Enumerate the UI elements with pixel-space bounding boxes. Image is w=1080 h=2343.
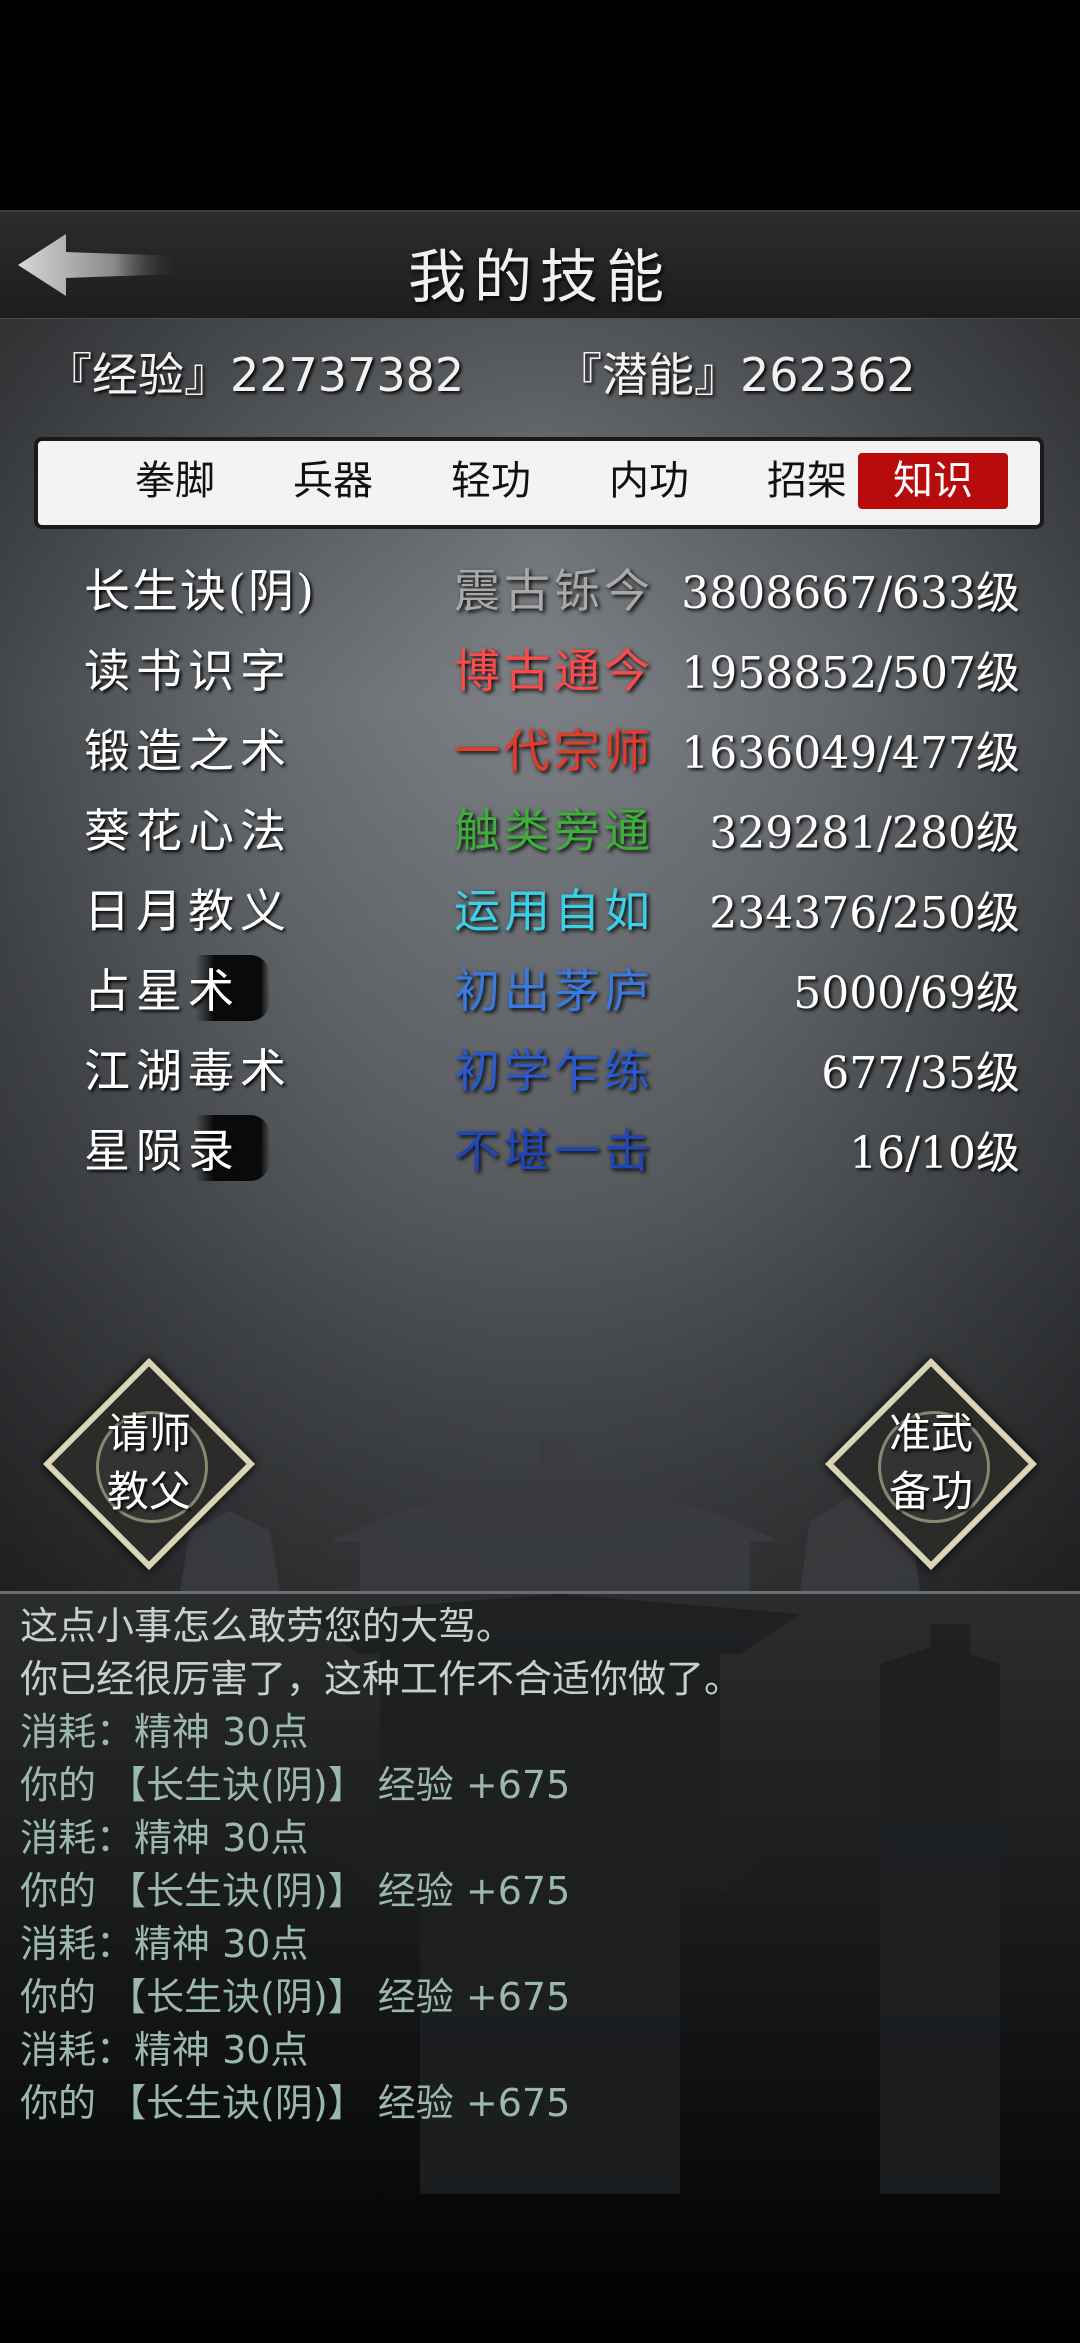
log-line: 消耗：精神 30点 — [20, 1922, 309, 1966]
potential-stat: 『潜能』262362 — [556, 348, 916, 402]
skill-rank: 震古铄今 — [454, 564, 654, 618]
skill-row[interactable]: 葵花心法 触类旁通 329281/280级 — [0, 789, 1080, 869]
skill-name: 葵花心法 — [84, 804, 292, 858]
experience-stat: 『经验』22737382 — [46, 348, 465, 402]
skill-name: 星陨录 — [84, 1115, 270, 1181]
ask-master-label-line1: 请师 — [106, 1409, 191, 1458]
skill-level: 1958852/507级 — [681, 648, 1020, 699]
skill-level: 234376/250级 — [709, 888, 1020, 939]
skill-row[interactable]: 读书识字 博古通今 1958852/507级 — [0, 629, 1080, 709]
skill-rank: 博古通今 — [454, 644, 654, 698]
skill-level: 1636049/477级 — [681, 728, 1020, 779]
tab-quanjiao[interactable]: 拳脚 — [100, 453, 250, 509]
skill-row[interactable]: 锻造之术 一代宗师 1636049/477级 — [0, 709, 1080, 789]
message-log[interactable]: 这点小事怎么敢劳您的大驾。 你已经很厉害了，这种工作不合适你做了。 消耗：精神 … — [0, 1591, 1080, 2343]
tab-qinggong[interactable]: 轻功 — [416, 453, 566, 509]
log-line: 你的 【长生诀(阴)】 经验 +675 — [20, 1869, 571, 1913]
ask-master-label-line2: 教父 — [106, 1467, 191, 1516]
skill-level: 3808667/633级 — [681, 568, 1020, 619]
log-line: 你的 【长生诀(阴)】 经验 +675 — [20, 2081, 571, 2125]
skill-name: 江湖毒术 — [84, 1044, 292, 1098]
log-line: 你已经很厉害了，这种工作不合适你做了。 — [20, 1657, 743, 1701]
skill-level: 329281/280级 — [709, 808, 1020, 859]
skill-row[interactable]: 日月教义 运用自如 234376/250级 — [0, 869, 1080, 949]
skill-category-tabs: 拳脚 兵器 轻功 内功 招架 知识 — [34, 437, 1044, 529]
tab-neigong[interactable]: 内功 — [574, 453, 724, 509]
tab-bingqi[interactable]: 兵器 — [258, 453, 408, 509]
skill-row[interactable]: 星陨录 不堪一击 16/10级 — [0, 1109, 1080, 1189]
log-line: 消耗：精神 30点 — [20, 1710, 309, 1754]
prepare-skill-label-line2: 备功 — [888, 1467, 973, 1516]
prepare-skill-button[interactable]: 准武 备功 — [824, 1357, 1038, 1571]
skill-row[interactable]: 江湖毒术 初学乍练 677/35级 — [0, 1029, 1080, 1109]
skill-level: 16/10级 — [849, 1128, 1020, 1179]
skill-row[interactable]: 长生诀(阴) 震古铄今 3808667/633级 — [0, 549, 1080, 629]
skill-name: 日月教义 — [84, 884, 292, 938]
ask-master-button[interactable]: 请师 教父 — [42, 1357, 256, 1571]
log-line: 你的 【长生诀(阴)】 经验 +675 — [20, 1975, 571, 2019]
prepare-skill-label-line1: 准武 — [888, 1409, 973, 1458]
skill-row[interactable]: 占星术 初出茅庐 5000/69级 — [0, 949, 1080, 1029]
page-title: 我的技能 — [407, 243, 672, 311]
tab-zhishi[interactable]: 知识 — [858, 453, 1008, 509]
skill-rank: 初学乍练 — [454, 1044, 654, 1098]
log-line: 这点小事怎么敢劳您的大驾。 — [20, 1604, 515, 1648]
skill-name: 长生诀(阴) — [84, 564, 316, 618]
skill-name: 占星术 — [84, 955, 270, 1021]
skill-level: 5000/69级 — [793, 968, 1020, 1019]
log-line: 你的 【长生诀(阴)】 经验 +675 — [20, 1763, 571, 1807]
skill-rank: 不堪一击 — [454, 1124, 654, 1178]
skill-rank: 运用自如 — [454, 884, 654, 938]
title-bar: 我的技能 — [0, 210, 1080, 321]
skills-panel: 『经验』22737382 『潜能』262362 拳脚 兵器 轻功 内功 招架 知… — [0, 319, 1080, 1591]
skill-rank: 触类旁通 — [454, 804, 654, 858]
log-line: 消耗：精神 30点 — [20, 1816, 309, 1860]
skill-name: 锻造之术 — [84, 724, 292, 778]
skill-rank: 一代宗师 — [454, 724, 654, 778]
skill-name: 读书识字 — [84, 644, 292, 698]
skill-rank: 初出茅庐 — [454, 964, 654, 1018]
status-bar-area — [0, 0, 1080, 210]
log-line: 消耗：精神 30点 — [20, 2028, 309, 2072]
log-lines: 这点小事怎么敢劳您的大驾。 你已经很厉害了，这种工作不合适你做了。 消耗：精神 … — [20, 1600, 742, 2130]
skill-level: 677/35级 — [821, 1048, 1020, 1099]
